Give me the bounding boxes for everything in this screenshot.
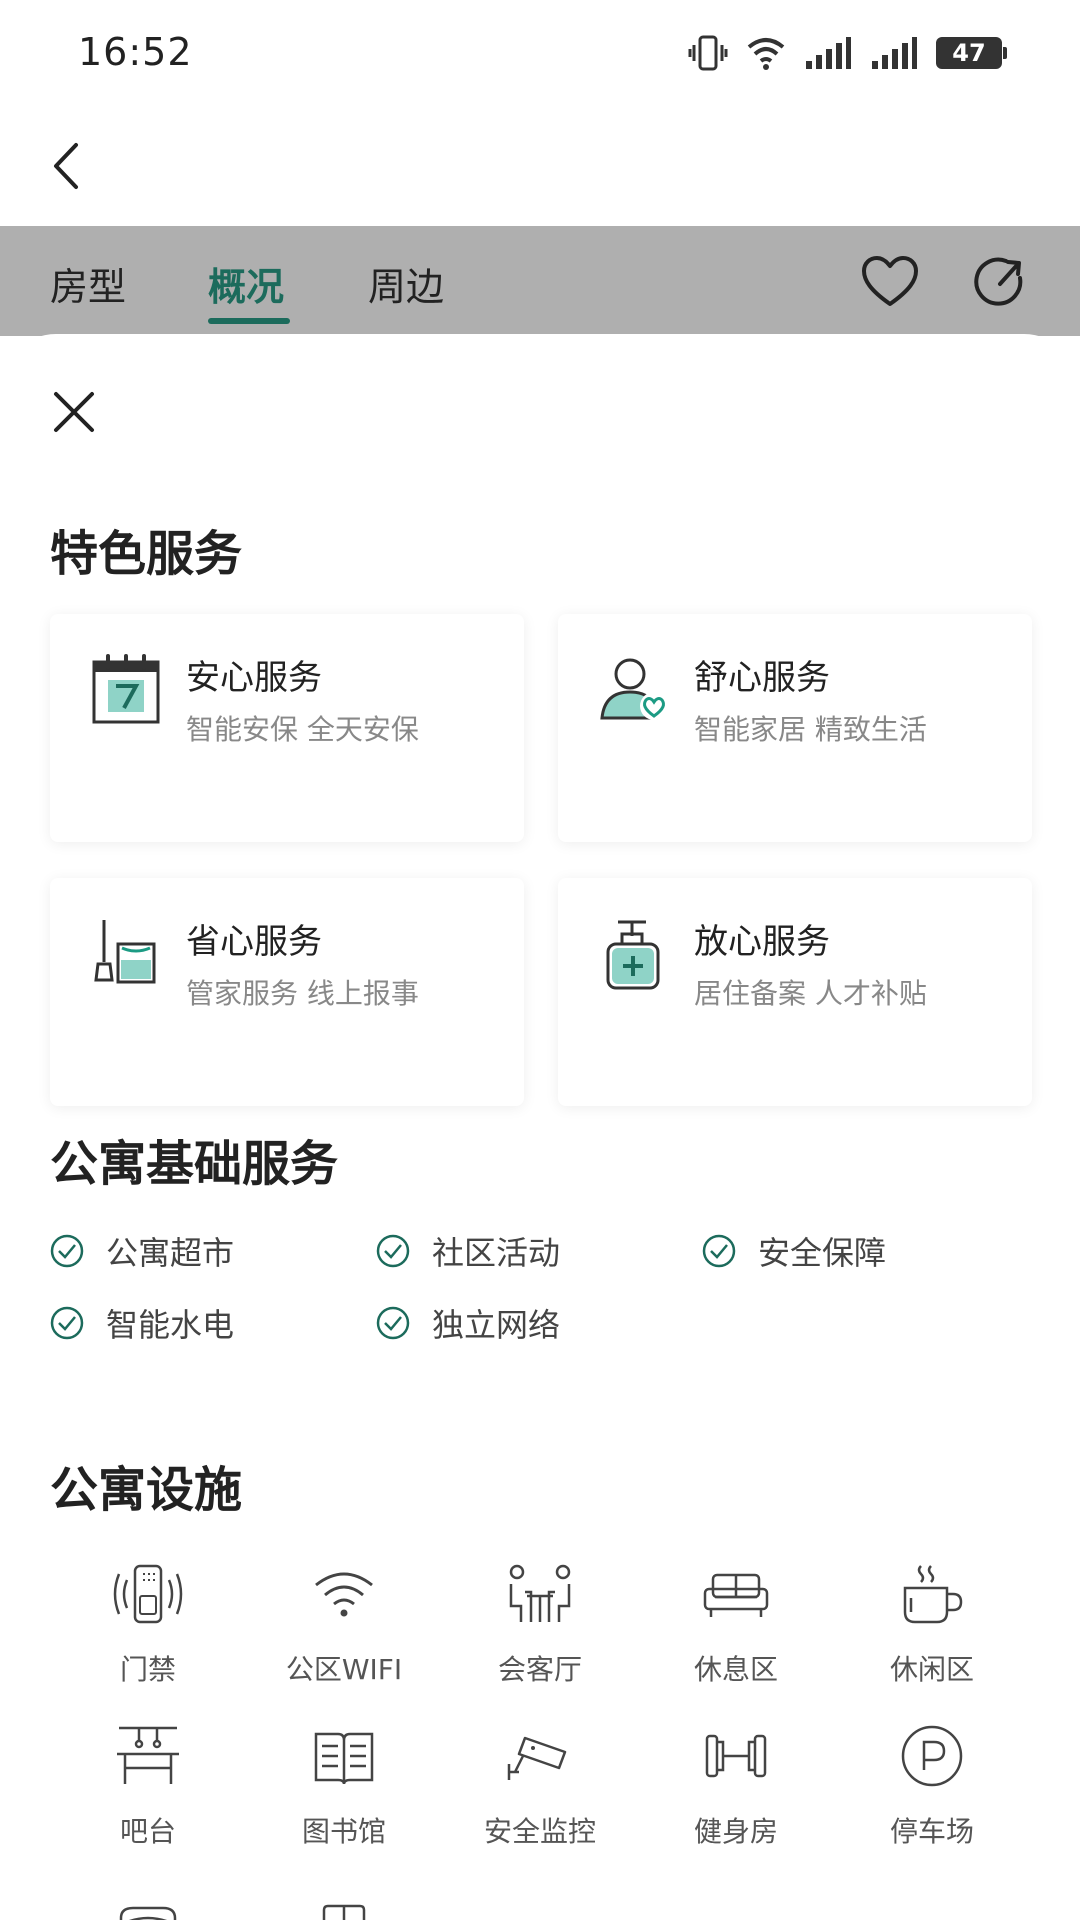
facility-access-control: 门禁 bbox=[50, 1554, 246, 1688]
facility-rest-area: 休息区 bbox=[638, 1554, 834, 1688]
book-icon bbox=[314, 1732, 374, 1785]
share-button[interactable] bbox=[968, 250, 1032, 314]
tab-bar: 房型 概况 周边 bbox=[0, 226, 1080, 336]
signal-1-icon bbox=[806, 37, 851, 69]
close-button[interactable] bbox=[44, 382, 104, 442]
status-icons: 47 bbox=[688, 32, 1007, 74]
service-card-subtitle: 智能家居 精致生活 bbox=[694, 713, 927, 746]
facility-meeting-room: 会客厅 bbox=[442, 1554, 638, 1688]
facility-partial-1 bbox=[50, 1882, 246, 1920]
check-circle-icon bbox=[702, 1234, 736, 1268]
service-card-title: 放心服务 bbox=[694, 922, 830, 962]
facility-security-camera: 安全监控 bbox=[442, 1716, 638, 1850]
service-sheet: 特色服务 安心服务 智能安保 全天安保 舒心服务 智能家居 精致生活 省心服务 … bbox=[0, 334, 1080, 1920]
facility-label: 门禁 bbox=[119, 1653, 176, 1686]
facility-leisure-area: 休闲区 bbox=[834, 1554, 1030, 1688]
basic-service-item: 安全保障 bbox=[702, 1228, 886, 1274]
facility-label: 健身房 bbox=[693, 1815, 778, 1848]
facility-label: 休息区 bbox=[693, 1653, 778, 1686]
wifi-icon bbox=[747, 38, 785, 70]
facility-library: 图书馆 bbox=[246, 1716, 442, 1850]
basic-service-item: 独立网络 bbox=[376, 1300, 560, 1346]
tab-overview[interactable]: 概况 bbox=[208, 256, 284, 311]
medical-bottle-icon bbox=[606, 920, 660, 990]
facility-bar: 吧台 bbox=[50, 1716, 246, 1850]
service-card-anxin[interactable]: 安心服务 智能安保 全天安保 bbox=[50, 614, 524, 842]
facility-label: 公区WIFI bbox=[285, 1653, 403, 1686]
service-card-subtitle: 居住备案 人才补贴 bbox=[694, 977, 927, 1010]
basic-service-label: 智能水电 bbox=[106, 1306, 235, 1344]
meeting-icon bbox=[509, 1564, 571, 1622]
signal-2-icon bbox=[872, 37, 917, 69]
tab-active-indicator bbox=[208, 318, 290, 324]
service-card-shuxin[interactable]: 舒心服务 智能家居 精致生活 bbox=[558, 614, 1032, 842]
bar-counter-icon bbox=[117, 1726, 179, 1784]
facility-gym: 健身房 bbox=[638, 1716, 834, 1850]
basic-service-label: 社区活动 bbox=[432, 1234, 561, 1272]
access-card-icon bbox=[113, 1564, 183, 1624]
vr-glasses-icon bbox=[119, 1906, 177, 1920]
basic-service-label: 公寓超市 bbox=[106, 1234, 235, 1272]
coffee-icon bbox=[903, 1565, 963, 1624]
service-card-fangxin[interactable]: 放心服务 居住备案 人才补贴 bbox=[558, 878, 1032, 1106]
basic-service-item: 社区活动 bbox=[376, 1228, 560, 1274]
facilities-title: 公寓设施 bbox=[50, 1462, 243, 1518]
basic-services-title: 公寓基础服务 bbox=[50, 1136, 339, 1192]
basic-service-item: 公寓超市 bbox=[50, 1228, 234, 1274]
facility-label: 休闲区 bbox=[889, 1653, 974, 1686]
cleaning-icon bbox=[94, 920, 156, 984]
tab-nearby[interactable]: 周边 bbox=[368, 256, 444, 311]
status-bar: 16:52 47 bbox=[0, 0, 1080, 108]
basic-service-item: 智能水电 bbox=[50, 1300, 234, 1346]
close-icon bbox=[54, 392, 94, 432]
check-circle-icon bbox=[50, 1234, 84, 1268]
tab-room-type[interactable]: 房型 bbox=[50, 256, 126, 311]
heart-icon bbox=[862, 256, 918, 306]
parking-icon bbox=[901, 1725, 963, 1787]
facility-wifi: 公区WIFI bbox=[246, 1554, 442, 1688]
wifi-icon bbox=[315, 1572, 373, 1617]
share-icon bbox=[974, 257, 1023, 306]
service-card-title: 省心服务 bbox=[186, 922, 322, 962]
facility-label: 停车场 bbox=[889, 1815, 974, 1848]
service-card-title: 舒心服务 bbox=[694, 658, 830, 698]
favorite-button[interactable] bbox=[858, 250, 922, 314]
service-card-title: 安心服务 bbox=[186, 658, 322, 698]
calendar-icon bbox=[92, 654, 160, 724]
check-circle-icon bbox=[376, 1234, 410, 1268]
service-card-shengxin[interactable]: 省心服务 管家服务 线上报事 bbox=[50, 878, 524, 1106]
vibrate-icon bbox=[688, 35, 728, 71]
check-circle-icon bbox=[376, 1306, 410, 1340]
service-card-subtitle: 管家服务 线上报事 bbox=[186, 977, 419, 1010]
featured-services-title: 特色服务 bbox=[50, 526, 243, 582]
dumbbell-icon bbox=[705, 1734, 767, 1778]
facility-label: 图书馆 bbox=[301, 1815, 386, 1848]
battery-icon: 47 bbox=[936, 37, 1007, 69]
back-button[interactable] bbox=[36, 136, 96, 196]
page: 16:52 47 房型 概况 周边 特色服务 安心服务 智能安保 全天安保 舒心… bbox=[0, 0, 1080, 1920]
elevator-icon bbox=[322, 1904, 366, 1920]
facility-parking: 停车场 bbox=[834, 1716, 1030, 1850]
facility-label: 会客厅 bbox=[497, 1653, 582, 1686]
service-card-subtitle: 智能安保 全天安保 bbox=[186, 713, 419, 746]
facility-partial-2 bbox=[246, 1882, 442, 1920]
status-time: 16:52 bbox=[78, 30, 193, 74]
nav-bar bbox=[0, 108, 1080, 226]
user-heart-icon bbox=[600, 658, 668, 720]
camera-icon bbox=[507, 1736, 567, 1780]
chevron-left-icon bbox=[54, 143, 78, 189]
facility-label: 安全监控 bbox=[483, 1815, 596, 1848]
basic-service-label: 安全保障 bbox=[758, 1234, 887, 1272]
facility-label: 吧台 bbox=[119, 1815, 176, 1848]
sofa-icon bbox=[703, 1573, 769, 1617]
basic-service-label: 独立网络 bbox=[432, 1306, 561, 1344]
check-circle-icon bbox=[50, 1306, 84, 1340]
